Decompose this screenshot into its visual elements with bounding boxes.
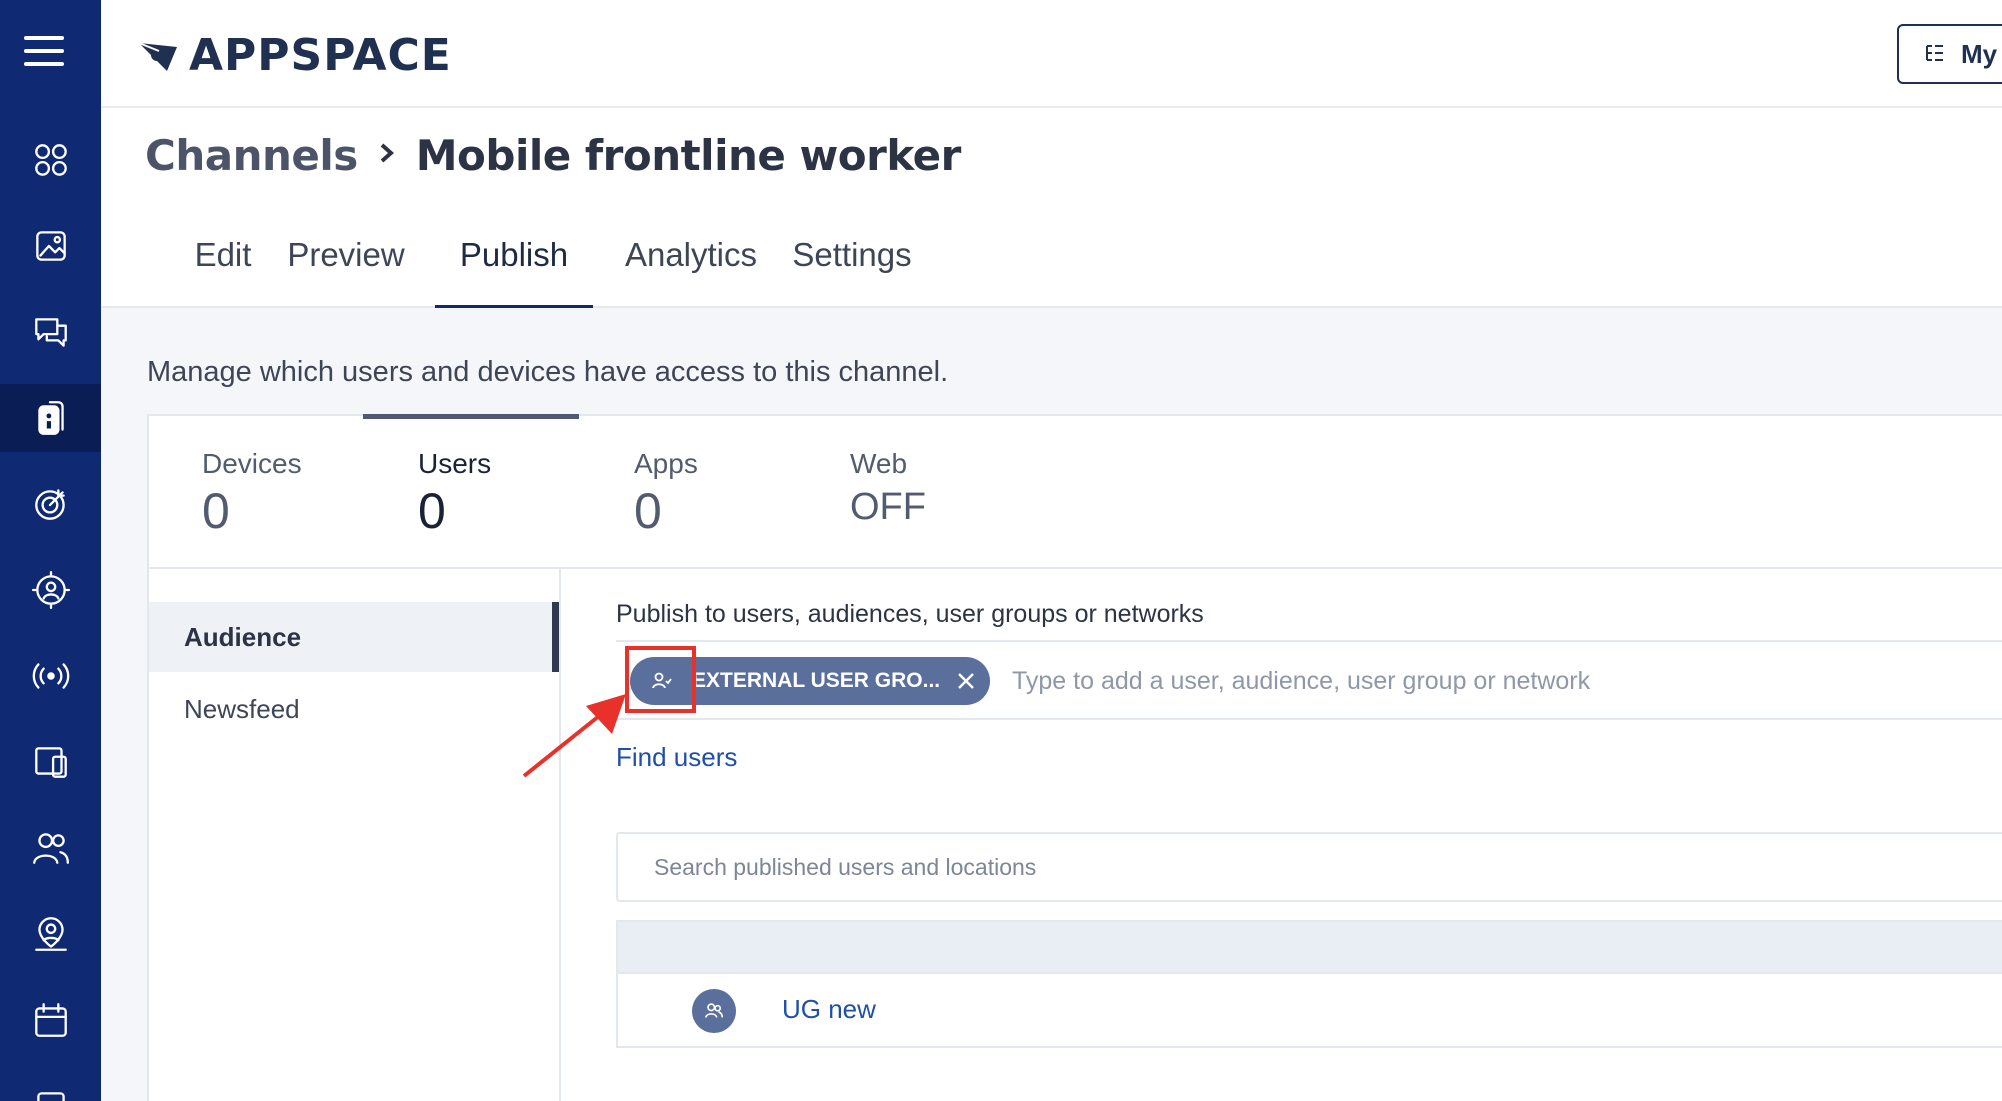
table-row-name[interactable]: UG new <box>782 994 876 1025</box>
published-search-input[interactable] <box>654 850 1454 884</box>
stat-apps[interactable]: Apps 0 <box>634 448 698 536</box>
stat-web[interactable]: Web OFF <box>850 448 926 526</box>
users-icon[interactable] <box>0 814 101 882</box>
my-account-label: My <box>1961 38 1998 69</box>
tab-preview[interactable]: Preview <box>287 236 405 308</box>
close-icon[interactable] <box>954 669 978 693</box>
stat-apps-value: 0 <box>634 483 662 539</box>
stat-devices-value: 0 <box>202 483 230 539</box>
chevron-right-icon <box>378 142 396 169</box>
publish-description: Manage which users and devices have acce… <box>147 356 949 388</box>
broadcast-icon[interactable] <box>0 642 101 710</box>
more-icon[interactable] <box>0 1072 101 1101</box>
breadcrumb: Channels Mobile frontline worker <box>145 128 961 182</box>
tab-settings[interactable]: Settings <box>789 236 915 308</box>
tab-edit[interactable]: Edit <box>173 236 273 308</box>
side-item-audience[interactable]: Audience <box>149 602 559 672</box>
annotation-arrow-icon <box>522 694 626 778</box>
stat-devices[interactable]: Devices 0 <box>202 448 302 536</box>
logo-text: APPSPACE <box>189 29 452 81</box>
messages-icon[interactable] <box>0 298 101 366</box>
stat-users-label: Users <box>418 448 492 479</box>
stats-divider <box>149 567 2002 569</box>
top-header: APPSPACE My <box>101 0 2002 108</box>
active-stat-indicator <box>363 414 579 419</box>
library-icon[interactable] <box>0 212 101 280</box>
my-account-button[interactable]: My <box>1897 24 2002 84</box>
side-divider <box>559 569 561 1101</box>
user-group-icon <box>692 989 736 1033</box>
devices-icon[interactable] <box>0 728 101 796</box>
annotation-highlight-box <box>625 646 696 713</box>
side-item-newsfeed[interactable]: Newsfeed <box>149 674 559 744</box>
left-nav-rail <box>0 0 101 1101</box>
publish-target-input[interactable] <box>1012 662 1602 700</box>
find-users-link[interactable]: Find users <box>616 742 737 773</box>
calendar-icon[interactable] <box>0 986 101 1054</box>
locations-icon[interactable] <box>0 900 101 968</box>
breadcrumb-channels-link[interactable]: Channels <box>145 131 358 180</box>
tab-publish[interactable]: Publish <box>435 236 593 310</box>
page-title: Mobile frontline worker <box>415 130 962 180</box>
stat-web-value: OFF <box>850 486 926 528</box>
channels-icon[interactable] <box>0 384 101 452</box>
published-table-header <box>616 920 2002 974</box>
channel-tabs: Edit Preview Publish Analytics Settings <box>101 218 2002 310</box>
logo-mark-icon <box>138 42 177 71</box>
stat-users[interactable]: Users 0 <box>418 448 491 536</box>
appspace-logo[interactable]: APPSPACE <box>137 28 452 82</box>
menu-icon[interactable] <box>24 36 64 72</box>
stat-devices-label: Devices <box>202 448 302 479</box>
hierarchy-icon <box>1926 45 1943 61</box>
publish-label: Publish to users, audiences, user groups… <box>616 600 1204 628</box>
goals-icon[interactable] <box>0 470 101 538</box>
audience-chip-label: EXTERNAL USER GRO... <box>692 669 941 692</box>
tab-analytics[interactable]: Analytics <box>619 236 763 308</box>
stat-apps-label: Apps <box>634 448 698 479</box>
stat-web-label: Web <box>850 448 908 479</box>
dashboard-icon[interactable] <box>0 126 101 194</box>
stat-users-value: 0 <box>418 483 446 539</box>
audience-icon[interactable] <box>0 556 101 624</box>
